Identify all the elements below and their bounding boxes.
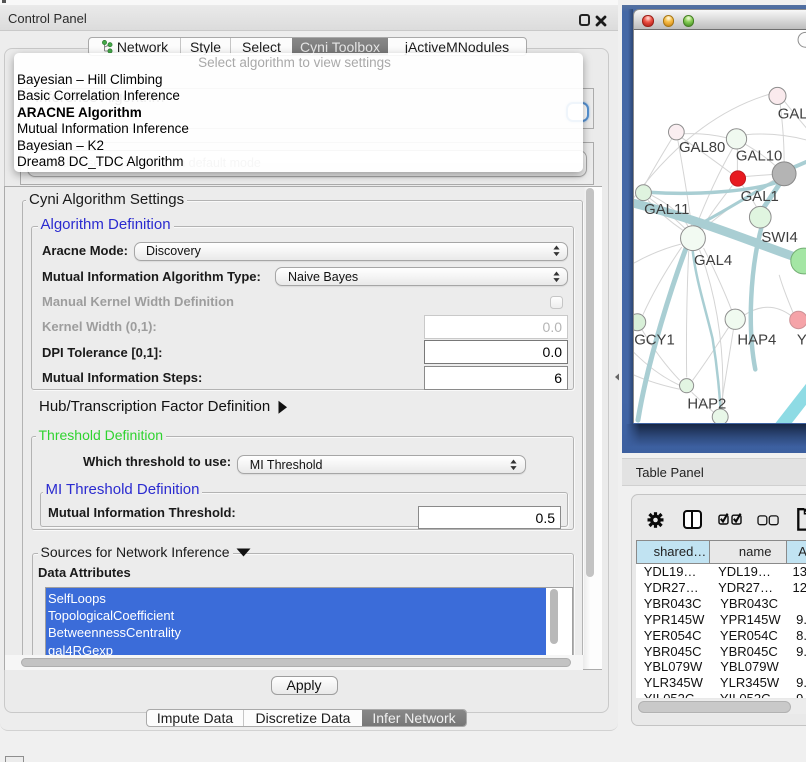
svg-text:GCY1: GCY1 xyxy=(634,333,675,349)
svg-text:GAL7: GAL7 xyxy=(778,107,806,123)
svg-text:YN: YN xyxy=(797,333,806,349)
svg-text:GAL11: GAL11 xyxy=(644,202,689,218)
svg-text:HAP4: HAP4 xyxy=(738,333,777,349)
svg-text:GAL4: GAL4 xyxy=(694,253,732,269)
svg-text:HAP2: HAP2 xyxy=(688,397,727,413)
svg-text:GAL10: GAL10 xyxy=(736,149,782,165)
svg-text:GAL80: GAL80 xyxy=(679,141,725,157)
svg-text:GAL1: GAL1 xyxy=(741,189,779,205)
svg-text:SWI4: SWI4 xyxy=(762,231,798,247)
